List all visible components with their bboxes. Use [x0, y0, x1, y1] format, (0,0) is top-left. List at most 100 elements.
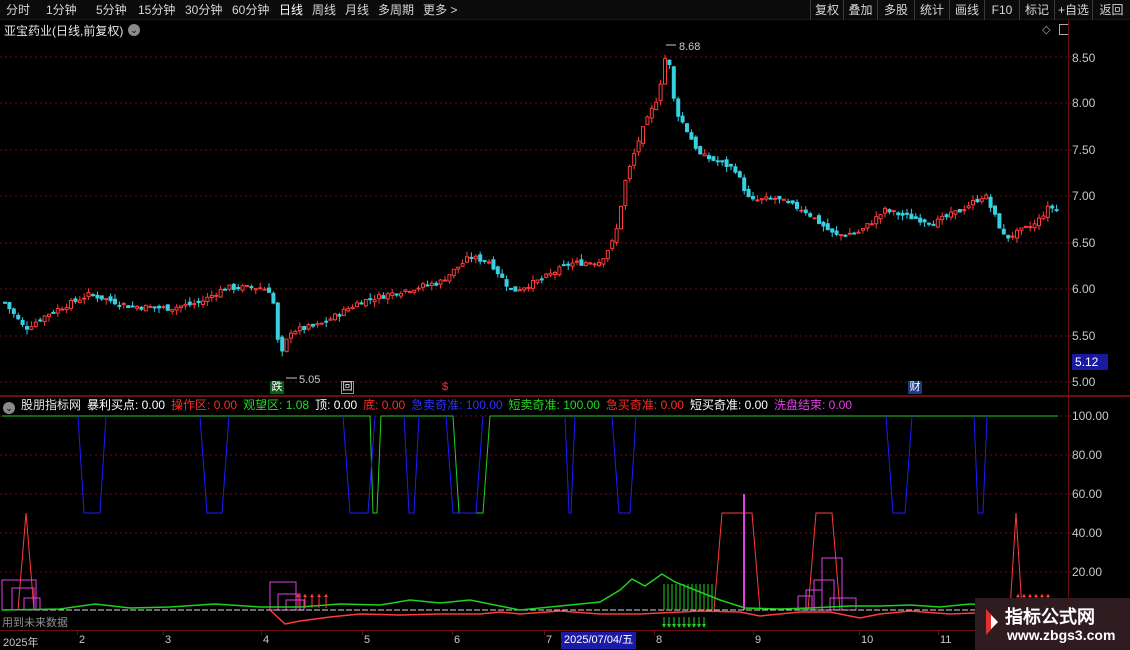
candle-body: [509, 287, 513, 290]
event-mark-finance[interactable]: 财: [908, 381, 922, 394]
candle-body: [588, 262, 593, 265]
candle-body: [355, 302, 359, 308]
candle-body: [566, 263, 571, 266]
candle-body: [922, 219, 927, 223]
candle-body: [759, 198, 764, 201]
candle-body: [531, 279, 535, 289]
candle-body: [711, 156, 716, 161]
candle-body: [482, 260, 487, 263]
date-tick: [753, 631, 754, 635]
date-label: 3: [165, 634, 172, 646]
candle-body: [619, 205, 623, 230]
candle-body: [913, 216, 918, 219]
candle-body: [781, 198, 786, 201]
candle-body: [209, 294, 214, 299]
green-arrow-head: [692, 624, 696, 628]
candle-body: [25, 326, 29, 330]
indicator-tick: 40.00: [1072, 526, 1103, 540]
candle-body: [834, 230, 839, 235]
candlestick-series: [3, 54, 1059, 357]
date-label: 6: [454, 634, 461, 646]
candle-body: [311, 323, 315, 327]
candle-body: [517, 289, 522, 292]
candle-body: [456, 266, 461, 270]
candle-body: [733, 166, 738, 173]
candle-body: [328, 318, 333, 321]
candle-body: [667, 59, 672, 66]
candle-body: [1032, 223, 1037, 229]
candle-body: [289, 332, 293, 339]
candle-body: [883, 207, 887, 214]
candle-body: [108, 296, 113, 302]
candle-body: [174, 306, 179, 311]
candle-body: [843, 234, 848, 237]
candle-body: [64, 307, 69, 311]
candle-body: [821, 221, 826, 227]
candle-body: [16, 314, 21, 320]
candle-body: [179, 305, 183, 309]
candle-body: [394, 293, 399, 296]
candle-body: [548, 272, 553, 276]
candle-body: [768, 197, 773, 200]
date-label: 7: [546, 634, 553, 646]
candle-body: [183, 303, 188, 307]
candle-body: [693, 136, 698, 149]
candle-body: [77, 299, 82, 304]
chevron-down-icon[interactable]: ⌄: [3, 402, 15, 414]
washout-box: [813, 579, 835, 611]
candle-body: [500, 273, 505, 278]
candle-body: [359, 302, 364, 305]
price-tick: 6.50: [1072, 236, 1096, 250]
legend-item: 顶: 0.00: [315, 398, 358, 412]
candle-body: [658, 83, 663, 102]
candle-body: [487, 261, 491, 264]
candle-body: [605, 249, 610, 260]
candle-body: [623, 180, 628, 207]
candle-body: [839, 234, 843, 237]
date-label: 5: [364, 634, 371, 646]
event-mark-return[interactable]: 回: [341, 381, 354, 394]
candle-body: [887, 209, 892, 213]
candle-body: [891, 210, 896, 213]
candle-body: [729, 164, 733, 167]
red-arrow-head: [1046, 594, 1050, 597]
indicator-name[interactable]: 股朋指标网: [21, 398, 81, 412]
watermark-url: www.zbgs3.com: [1007, 627, 1116, 643]
candle-body: [205, 296, 210, 303]
indicator-series: [1, 415, 1059, 628]
candle-body: [592, 263, 597, 266]
candle-body: [803, 209, 808, 214]
candle-body: [953, 210, 958, 215]
event-mark-drop[interactable]: 跌: [270, 381, 284, 394]
candle-body: [324, 320, 329, 323]
candle-body: [685, 123, 689, 133]
candle-body: [1028, 226, 1033, 229]
candle-body: [1019, 227, 1024, 231]
candle-body: [429, 282, 434, 287]
axis-separator: [1068, 20, 1069, 630]
indicator-tick: 60.00: [1072, 487, 1103, 501]
candle-body: [940, 215, 945, 221]
indicator-header: ⌄ 股朋指标网 暴利买点: 0.00 操作区: 0.00 观望区: 1.08 顶: 0.0…: [0, 397, 858, 414]
event-mark-dollar[interactable]: $: [442, 381, 448, 393]
washout-box: [23, 597, 41, 611]
candle-body: [38, 319, 43, 322]
candle-body: [1023, 225, 1028, 228]
date-tick: [362, 631, 363, 635]
candle-body: [368, 298, 373, 301]
candle-body: [271, 292, 276, 304]
legend-item: 急买奇准: 0.00: [605, 398, 684, 412]
candle-body: [363, 298, 368, 307]
red-arrow-head: [1040, 594, 1044, 597]
legend-item: 观望区: 1.08: [243, 398, 310, 412]
candle-body: [715, 160, 720, 163]
candle-body: [896, 212, 901, 216]
candle-body: [649, 107, 654, 119]
current-price-tag: 5.12: [1072, 354, 1108, 370]
candle-body: [702, 153, 707, 157]
green-arrow-head: [687, 624, 691, 628]
quick-sell-dip: [77, 415, 107, 514]
candle-body: [975, 198, 980, 203]
watermark-title: 指标公式网: [1005, 607, 1095, 627]
candle-body: [610, 240, 615, 249]
